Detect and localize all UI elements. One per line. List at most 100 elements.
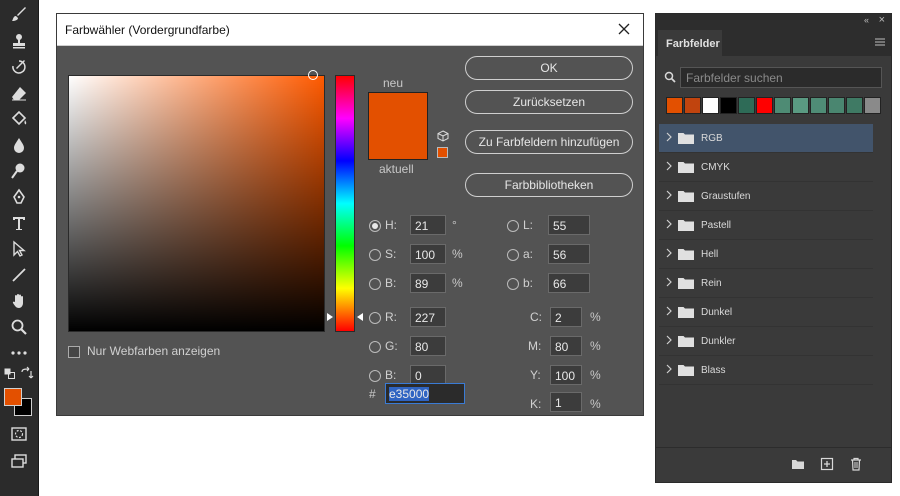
recent-swatch[interactable] <box>846 97 863 114</box>
swatch-group-row[interactable]: Hell <box>659 240 873 269</box>
type-icon[interactable] <box>8 213 30 233</box>
swatch-group-row[interactable]: Dunkel <box>659 298 873 327</box>
swatches-search-input[interactable]: Farbfelder suchen <box>680 67 882 88</box>
paint-bucket-icon[interactable] <box>8 109 30 129</box>
chevron-right-icon[interactable] <box>666 132 672 142</box>
screen-mode-icon[interactable] <box>8 451 30 471</box>
stamp-icon[interactable] <box>8 31 30 51</box>
path-select-icon[interactable] <box>8 239 30 259</box>
panel-topbar: « × <box>656 14 891 28</box>
chevron-right-icon[interactable] <box>666 161 672 171</box>
gamut-correction-swatch[interactable] <box>437 147 448 158</box>
swatch-group-row[interactable]: CMYK <box>659 153 873 182</box>
red-input[interactable]: 227 <box>410 307 446 327</box>
radio-b[interactable] <box>507 278 519 290</box>
tab-swatches[interactable]: Farbfelder <box>658 30 722 56</box>
new-swatch-icon[interactable] <box>819 456 835 472</box>
hex-input[interactable]: e35000 <box>385 383 465 404</box>
chevron-right-icon[interactable] <box>666 306 672 316</box>
recent-swatch[interactable] <box>756 97 773 114</box>
color-field-handle[interactable] <box>308 70 318 80</box>
swatch-group-label: Pastell <box>701 220 732 231</box>
swatch-group-row[interactable]: Pastell <box>659 211 873 240</box>
saturation-brightness-field[interactable] <box>68 75 325 332</box>
hue-slider-arrow-left[interactable] <box>327 313 333 322</box>
radio-a[interactable] <box>507 249 519 261</box>
collapse-icon[interactable]: « <box>864 15 869 25</box>
dodge-icon[interactable] <box>8 161 30 181</box>
radio-brightness[interactable] <box>369 278 381 290</box>
lightness-input[interactable]: 55 <box>548 215 590 235</box>
recent-swatch[interactable] <box>810 97 827 114</box>
a-input[interactable]: 56 <box>548 244 590 264</box>
recent-swatch[interactable] <box>864 97 881 114</box>
yellow-input[interactable]: 100 <box>550 365 582 385</box>
hue-slider[interactable] <box>335 75 355 332</box>
pen-icon[interactable] <box>8 187 30 207</box>
brush-icon[interactable] <box>8 4 30 24</box>
recent-swatch[interactable] <box>738 97 755 114</box>
recent-swatch[interactable] <box>774 97 791 114</box>
default-colors-icon[interactable] <box>4 368 18 380</box>
swatch-group-row[interactable]: Dunkler <box>659 327 873 356</box>
chevron-right-icon[interactable] <box>666 277 672 287</box>
swatch-group-label: RGB <box>701 133 723 144</box>
chevron-right-icon[interactable] <box>666 248 672 258</box>
folder-icon <box>678 133 694 144</box>
hue-slider-arrow-right[interactable] <box>357 313 363 322</box>
zoom-icon[interactable] <box>8 317 30 337</box>
blur-icon[interactable] <box>8 135 30 155</box>
swatch-group-row[interactable]: Rein <box>659 269 873 298</box>
color-libraries-button[interactable]: Farbbibliotheken <box>465 173 633 197</box>
swatch-group-row[interactable]: Blass <box>659 356 873 385</box>
recent-swatch[interactable] <box>792 97 809 114</box>
radio-red[interactable] <box>369 312 381 324</box>
web-colors-checkbox[interactable] <box>68 346 80 358</box>
recent-swatch[interactable] <box>720 97 737 114</box>
close-icon[interactable] <box>615 20 633 38</box>
web-safe-cube-icon[interactable] <box>437 130 449 142</box>
hand-icon[interactable] <box>8 291 30 311</box>
foreground-color-swatch[interactable] <box>4 388 22 406</box>
radio-saturation[interactable] <box>369 249 381 261</box>
history-brush-icon[interactable] <box>8 57 30 77</box>
new-group-folder-icon[interactable] <box>790 456 806 472</box>
recent-swatch[interactable] <box>702 97 719 114</box>
current-color-swatch[interactable] <box>368 126 428 160</box>
blue-input[interactable]: 0 <box>410 365 446 385</box>
saturation-input[interactable]: 100 <box>410 244 446 264</box>
panel-menu-icon[interactable] <box>875 38 885 46</box>
cyan-input[interactable]: 2 <box>550 307 582 327</box>
more-icon[interactable] <box>8 343 30 363</box>
swatch-group-row[interactable]: RGB <box>659 124 873 153</box>
magenta-input[interactable]: 80 <box>550 336 582 356</box>
recent-swatch[interactable] <box>666 97 683 114</box>
ok-button[interactable]: OK <box>465 56 633 80</box>
web-colors-label[interactable]: Nur Webfarben anzeigen <box>87 344 220 358</box>
chevron-right-icon[interactable] <box>666 364 672 374</box>
black-input[interactable]: 1 <box>550 392 582 412</box>
recent-swatch[interactable] <box>828 97 845 114</box>
radio-hue[interactable] <box>369 220 381 232</box>
quick-mask-icon[interactable] <box>8 424 30 444</box>
chevron-right-icon[interactable] <box>666 335 672 345</box>
trash-icon[interactable] <box>848 456 864 472</box>
brightness-input[interactable]: 89 <box>410 273 446 293</box>
swatch-group-row[interactable]: Graustufen <box>659 182 873 211</box>
chevron-right-icon[interactable] <box>666 190 672 200</box>
brightness-unit: % <box>452 276 463 290</box>
swap-colors-icon[interactable] <box>20 366 34 380</box>
add-to-swatches-button[interactable]: Zu Farbfeldern hinzufügen <box>465 130 633 154</box>
green-input[interactable]: 80 <box>410 336 446 356</box>
eraser-icon[interactable] <box>8 83 30 103</box>
recent-swatch[interactable] <box>684 97 701 114</box>
reset-button[interactable]: Zurücksetzen <box>465 90 633 114</box>
close-icon[interactable]: × <box>879 14 885 26</box>
b-input[interactable]: 66 <box>548 273 590 293</box>
hue-input[interactable]: 21 <box>410 215 446 235</box>
line-icon[interactable] <box>8 265 30 285</box>
chevron-right-icon[interactable] <box>666 219 672 229</box>
radio-lightness[interactable] <box>507 220 519 232</box>
radio-blue[interactable] <box>369 370 381 382</box>
radio-green[interactable] <box>369 341 381 353</box>
